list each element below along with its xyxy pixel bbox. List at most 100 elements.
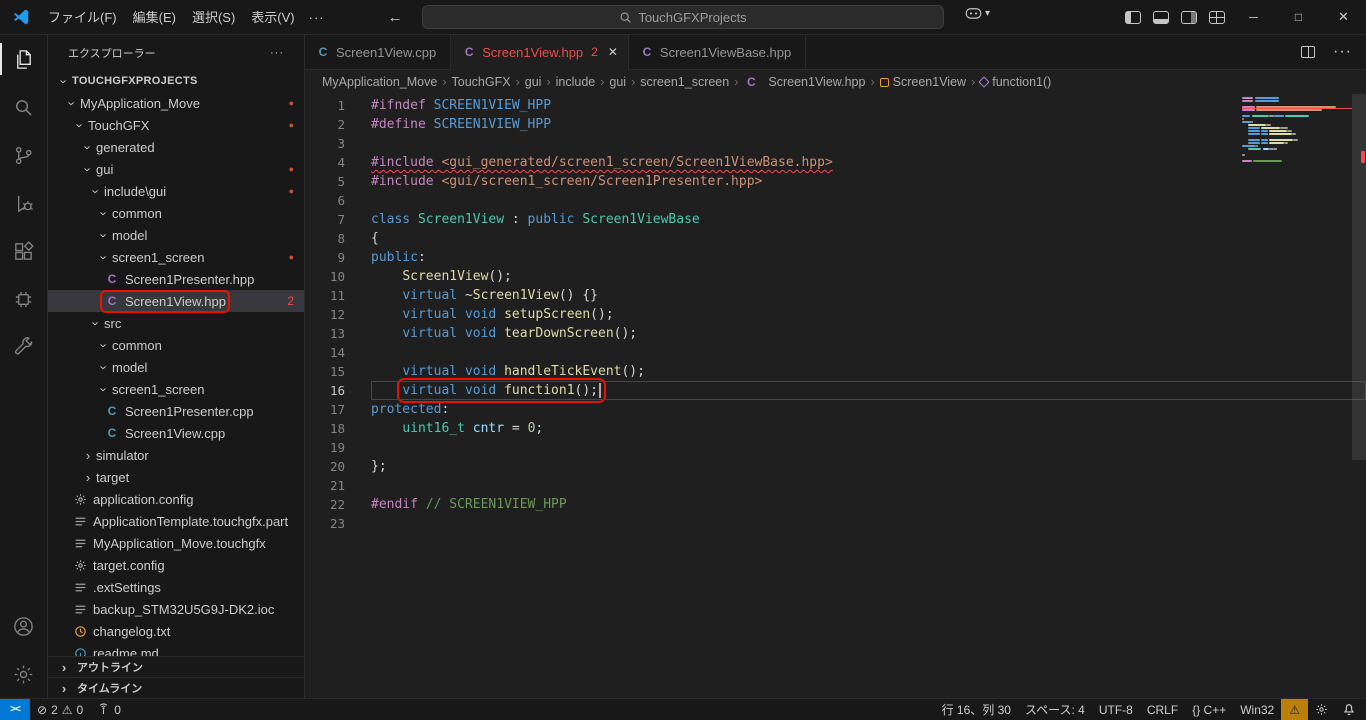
menu-overflow-icon[interactable]: ···: [303, 0, 331, 35]
tree-item-model[interactable]: › model: [48, 224, 304, 246]
search-icon[interactable]: [0, 83, 48, 131]
toggle-panel-icon[interactable]: [1153, 10, 1169, 24]
close-icon[interactable]: ✕: [608, 45, 618, 59]
tree-item-touchgfxprojects[interactable]: › TOUCHGFXPROJECTS: [48, 70, 304, 92]
chevron-right-icon: ›: [61, 659, 67, 675]
tree-item-readme-md[interactable]: readme.md: [48, 642, 304, 656]
minimize-button[interactable]: ─: [1231, 0, 1276, 35]
notifications-bell-icon[interactable]: [1335, 699, 1366, 720]
tab-screen1view-hpp[interactable]: C Screen1View.hpp 2 ✕: [451, 35, 629, 70]
copilot-menu[interactable]: ▾: [965, 6, 990, 20]
menu-item-1[interactable]: 編集(E): [125, 0, 184, 35]
tree-item-touchgfx[interactable]: › TouchGFX ●: [48, 114, 304, 136]
gutter[interactable]: 1 2 3 4 5 6 7 8 9 10 11 12 13 14 15 16 17 18 19 20 21 22 23: [305, 94, 359, 698]
stm32-extension-icon[interactable]: [0, 275, 48, 323]
command-center-search[interactable]: TouchGFXProjects: [422, 5, 944, 29]
tree-item-screen1presenter-cpp[interactable]: C Screen1Presenter.cpp: [48, 400, 304, 422]
touchgfx-extension-icon[interactable]: [0, 323, 48, 371]
tree-item-target-config[interactable]: target.config: [48, 554, 304, 576]
breadcrumb-gui[interactable]: gui: [524, 75, 543, 89]
tree-item-application-config[interactable]: application.config: [48, 488, 304, 510]
code-content[interactable]: #ifndef SCREEN1VIEW_HPP #define SCREEN1VI…: [359, 94, 1366, 698]
minimap-line: [1242, 124, 1352, 126]
tree-item-changelog-txt[interactable]: changelog.txt: [48, 620, 304, 642]
accounts-icon[interactable]: [0, 602, 48, 650]
tree-item-screen1-screen[interactable]: › screen1_screen: [48, 378, 304, 400]
timeline-section-header[interactable]: › タイムライン: [48, 677, 304, 698]
minimap-line: [1242, 109, 1352, 111]
tree-item-src[interactable]: › src: [48, 312, 304, 334]
remote-indicator[interactable]: ><: [0, 699, 30, 720]
tree-item-applicationtemplate-touchgfx-part[interactable]: ApplicationTemplate.touchgfx.part: [48, 510, 304, 532]
tree-item-include-gui[interactable]: › include\gui ●: [48, 180, 304, 202]
breadcrumb-include[interactable]: include: [555, 75, 597, 89]
status-cursor-position[interactable]: 行 16、列 30: [935, 701, 1018, 718]
code-token: ;: [535, 421, 544, 436]
tree-item-common[interactable]: › common: [48, 334, 304, 356]
status-indentation[interactable]: スペース: 4: [1018, 701, 1092, 718]
minimap[interactable]: [1242, 97, 1352, 166]
tree-item-myapplication-move[interactable]: › MyApplication_Move ●: [48, 92, 304, 114]
tree-item-screen1-screen[interactable]: › screen1_screen ●: [48, 246, 304, 268]
menu-item-2[interactable]: 選択(S): [184, 0, 243, 35]
breadcrumb-touchgfx[interactable]: TouchGFX: [451, 75, 512, 89]
explorer-more-actions-icon[interactable]: ···: [264, 47, 290, 59]
ports-status[interactable]: 0: [90, 699, 128, 720]
extension-warning-badge[interactable]: ⚠: [1281, 699, 1308, 720]
code-token: ();: [590, 307, 614, 322]
source-control-icon[interactable]: [0, 131, 48, 179]
chevron-down-icon: ›: [96, 254, 112, 260]
problems-status[interactable]: ⊘ 2 ⚠ 0: [30, 699, 90, 720]
tree-item-gui[interactable]: › gui ●: [48, 158, 304, 180]
menu-item-3[interactable]: 表示(V): [243, 0, 302, 35]
code-editor[interactable]: 1 2 3 4 5 6 7 8 9 10 11 12 13 14 15 16 17 18 19 20 21 22 23 #i…: [305, 94, 1366, 698]
run-and-debug-icon[interactable]: [0, 179, 48, 227]
tab-screen1viewbase-hpp[interactable]: C Screen1ViewBase.hpp: [628, 35, 807, 69]
breadcrumb-myapplication-move[interactable]: MyApplication_Move: [321, 75, 438, 89]
split-editor-icon[interactable]: [1301, 46, 1316, 58]
tree-item-model[interactable]: › model: [48, 356, 304, 378]
breadcrumb-screen1view[interactable]: Screen1View: [879, 75, 967, 89]
breadcrumb-gui[interactable]: gui: [608, 75, 627, 89]
scrollbar-thumb[interactable]: [1352, 94, 1366, 460]
tree-item-generated[interactable]: › generated: [48, 136, 304, 158]
breadcrumb-separator: ›: [631, 75, 636, 89]
code-token: () {}: [558, 288, 598, 303]
minimap-line: [1242, 115, 1352, 117]
tree-item-extsettings[interactable]: .extSettings: [48, 576, 304, 598]
status-encoding[interactable]: UTF-8: [1092, 703, 1140, 717]
tree-item-screen1view-cpp[interactable]: C Screen1View.cpp: [48, 422, 304, 444]
outline-section-header[interactable]: › アウトライン: [48, 656, 304, 677]
window-close-button[interactable]: ✕: [1321, 0, 1366, 35]
settings-gear-icon[interactable]: [0, 650, 48, 698]
breadcrumb-function1[interactable]: function1(): [978, 75, 1052, 89]
tree-item-common[interactable]: › common: [48, 202, 304, 224]
explorer-icon[interactable]: [0, 35, 48, 83]
breadcrumb-screen1-screen[interactable]: screen1_screen: [639, 75, 730, 89]
status-language-mode[interactable]: {} C++: [1185, 703, 1233, 717]
back-icon[interactable]: ←: [379, 9, 412, 26]
tree-item-target[interactable]: › target: [48, 466, 304, 488]
tab-screen1view-cpp[interactable]: C Screen1View.cpp: [305, 35, 452, 69]
tree-item-simulator[interactable]: › simulator: [48, 444, 304, 466]
extensions-icon[interactable]: [0, 227, 48, 275]
maximize-button[interactable]: □: [1276, 0, 1321, 35]
sidebar-bottom-sections: › アウトライン › タイムライン: [48, 656, 304, 698]
status-eol[interactable]: CRLF: [1140, 703, 1185, 717]
status-platform[interactable]: Win32: [1233, 703, 1281, 717]
tree-item-screen1view-hpp[interactable]: C Screen1View.hpp 2: [48, 289, 304, 313]
customize-layout-icon[interactable]: [1209, 10, 1225, 24]
toggle-primary-sidebar-icon[interactable]: [1125, 10, 1141, 24]
tree-item-backup-stm32u5g9j-dk2-ioc[interactable]: backup_STM32U5G9J-DK2.ioc: [48, 598, 304, 620]
tree-item-myapplication-move-touchgfx[interactable]: MyApplication_Move.touchgfx: [48, 532, 304, 554]
menu-item-0[interactable]: ファイル(F): [40, 0, 125, 35]
more-actions-icon[interactable]: ···: [1327, 43, 1358, 61]
settings-gear-small-icon[interactable]: [1308, 699, 1335, 720]
vertical-scrollbar[interactable]: [1352, 94, 1366, 698]
breadcrumb-screen1view-hpp[interactable]: C Screen1View.hpp: [742, 75, 866, 89]
tree-item-screen1presenter-hpp[interactable]: C Screen1Presenter.hpp: [48, 268, 304, 290]
toggle-secondary-sidebar-icon[interactable]: [1181, 10, 1197, 24]
code-token: #include: [371, 155, 434, 170]
